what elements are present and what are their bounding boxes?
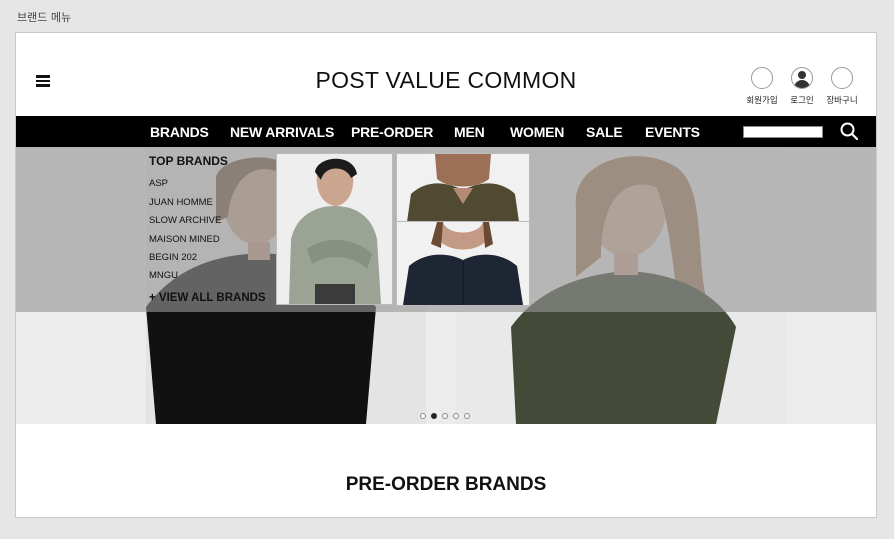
brand-item-juan-homme[interactable]: JUAN HOMME [149,197,213,208]
nav-pre-order[interactable]: PRE-ORDER [351,124,433,140]
dropdown-title: TOP BRANDS [149,154,228,168]
brand-item-begin-202[interactable]: BEGIN 202 [149,252,197,263]
nav-men[interactable]: MEN [454,124,485,140]
search-input[interactable] [743,126,823,138]
nav-events[interactable]: EVENTS [645,124,700,140]
cart-label: 장바구니 [826,96,858,106]
user-icon [791,67,813,89]
carousel-dot-2[interactable] [431,413,437,419]
carousel-dot-3[interactable] [442,413,448,419]
brand-item-asp[interactable]: ASP [149,178,168,189]
site-header: POST VALUE COMMON 회원가입 로그인 장바구니 [16,33,876,117]
brand-image-3[interactable] [396,221,530,306]
cart-link[interactable]: 장바구니 [819,67,865,106]
brand-item-mngu[interactable]: MNGU [149,270,178,281]
search-icon[interactable] [840,122,858,140]
carousel-dot-4[interactable] [453,413,459,419]
brands-dropdown: TOP BRANDS ASP JUAN HOMME SLOW ARCHIVE M… [16,147,876,312]
section-title: PRE-ORDER BRANDS [345,474,547,495]
brand-item-slow-archive[interactable]: SLOW ARCHIVE [149,215,221,226]
brand-image-2[interactable] [396,153,530,223]
view-all-brands-link[interactable]: + VIEW ALL BRANDS [149,292,266,304]
nav-brands[interactable]: BRANDS [150,124,209,140]
site-frame: POST VALUE COMMON 회원가입 로그인 장바구니 BRANDS N… [15,32,877,518]
carousel-dot-1[interactable] [420,413,426,419]
page-label: 브랜드 메뉴 [17,11,72,24]
cart-icon [831,67,853,89]
brand-image-1[interactable] [276,153,393,305]
main-nav: BRANDS NEW ARRIVALS PRE-ORDER MEN WOMEN … [16,116,876,147]
carousel-dot-5[interactable] [464,413,470,419]
signup-icon [751,67,773,89]
nav-women[interactable]: WOMEN [510,124,564,140]
nav-sale[interactable]: SALE [586,124,623,140]
nav-new-arrivals[interactable]: NEW ARRIVALS [230,124,334,140]
brand-item-maison-mined[interactable]: MAISON MINED [149,234,220,245]
